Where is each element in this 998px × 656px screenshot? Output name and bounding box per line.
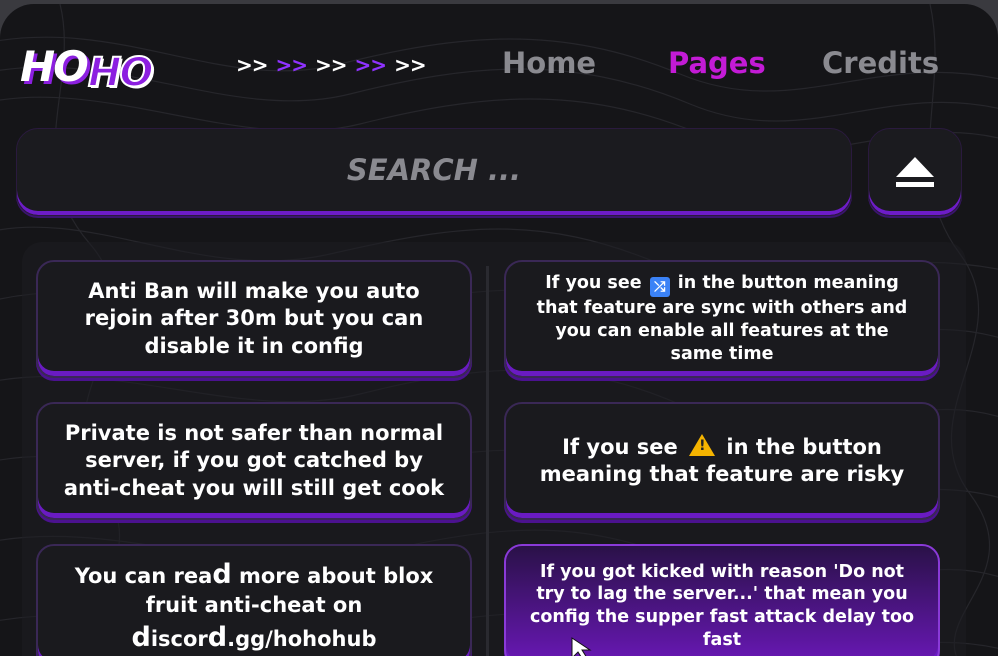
logo-part-1: HO: [20, 42, 89, 91]
arrow-4: >>: [354, 53, 388, 77]
logo-part-2: HO: [87, 49, 155, 97]
info-card-anti-ban[interactable]: Anti Ban will make you auto rejoin after…: [36, 260, 472, 378]
info-card-text: If you see in the button meaning that fe…: [528, 433, 916, 489]
info-card-discord[interactable]: You can read more about blox fruit anti-…: [36, 544, 472, 656]
breadcrumb-arrows: >> >> >> >> >>: [236, 53, 434, 77]
app-logo: HO HO: [20, 42, 170, 97]
mouse-cursor-icon: [571, 637, 592, 656]
shuffle-icon: ⤮: [649, 277, 670, 298]
column-divider: [486, 266, 489, 656]
info-card-private-server[interactable]: Private is not safer than normal server,…: [36, 402, 472, 520]
tab-credits[interactable]: Credits: [822, 46, 939, 80]
warning-icon: [689, 433, 716, 456]
tab-home[interactable]: Home: [502, 46, 596, 80]
app-window: HO HO >> >> >> >> >> Home Pages Credits SEAR…: [0, 4, 998, 656]
info-card-text: Private is not safer than normal server,…: [63, 421, 445, 500]
search-input[interactable]: SEARCH ...: [16, 128, 852, 216]
arrow-2: >>: [275, 53, 309, 77]
info-card-text: You can read more about blox fruit anti-…: [74, 559, 434, 653]
info-card-text: If you see ⤮ in the button meaning that …: [536, 273, 908, 364]
arrow-3: >>: [315, 53, 348, 77]
search-placeholder: SEARCH ...: [346, 153, 522, 187]
info-card-risky[interactable]: If you see in the button meaning that fe…: [504, 402, 940, 520]
arrow-1: >>: [236, 53, 269, 77]
info-card-sync[interactable]: If you see ⤮ in the button meaning that …: [504, 260, 940, 378]
arrow-5: >>: [394, 53, 427, 77]
info-card-text: Anti Ban will make you auto rejoin after…: [84, 279, 424, 358]
tab-pages[interactable]: Pages: [668, 46, 766, 80]
eject-button[interactable]: [868, 128, 962, 216]
